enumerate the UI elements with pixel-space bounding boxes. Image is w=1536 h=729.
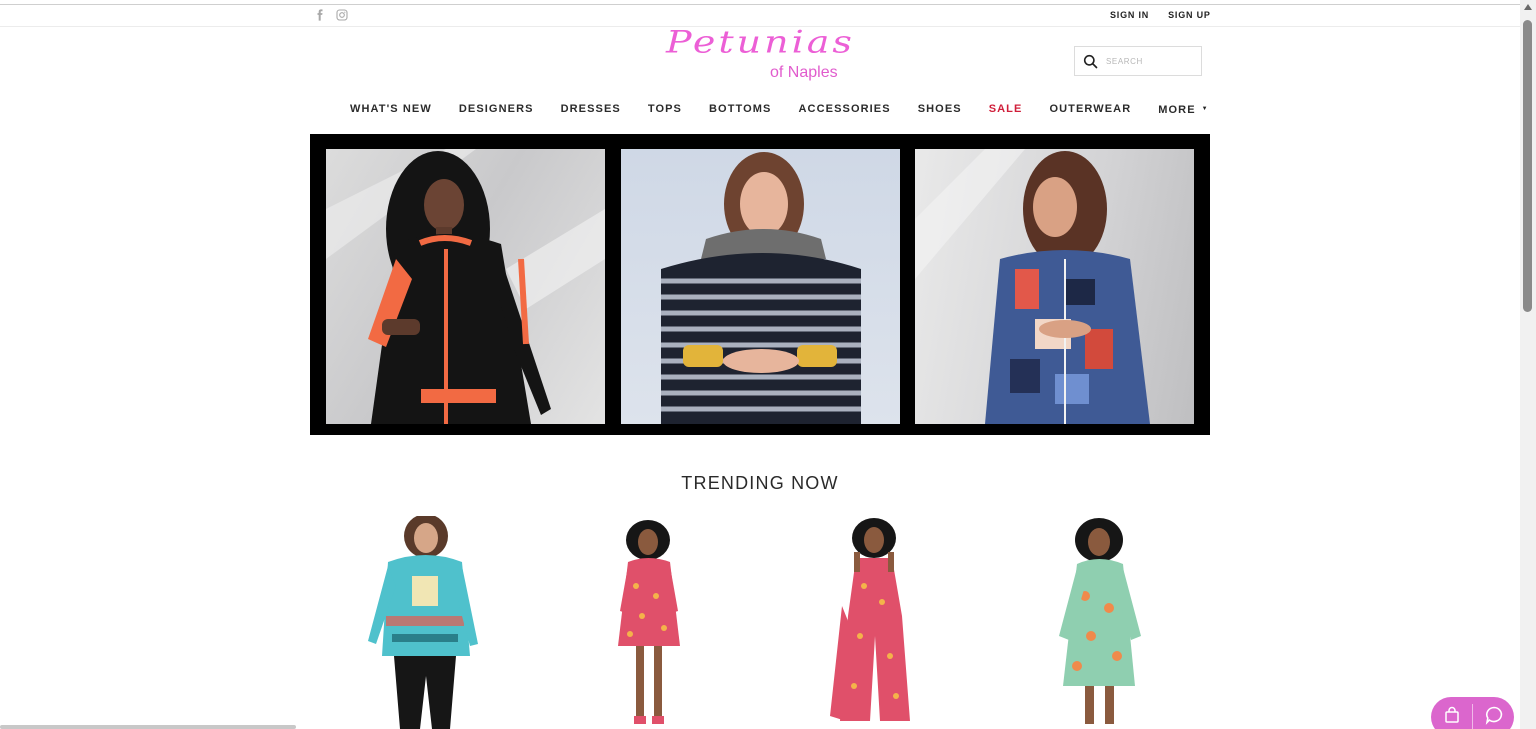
search-icon[interactable]: [1083, 54, 1098, 69]
nav-item-outerwear[interactable]: OUTERWEAR: [1049, 103, 1131, 115]
product-card-3[interactable]: [820, 516, 930, 729]
facebook-icon[interactable]: [314, 9, 326, 21]
hero-photo-2[interactable]: [621, 149, 900, 424]
nav-item-sale[interactable]: SALE: [989, 103, 1023, 115]
logo-wordmark: Petunias: [666, 24, 855, 61]
search-box: [1074, 46, 1202, 76]
sign-up-link[interactable]: SIGN UP: [1168, 10, 1211, 20]
scroll-up-arrow-icon[interactable]: [1524, 4, 1532, 10]
floating-widget: [1431, 697, 1514, 729]
hero-photo-3[interactable]: [915, 149, 1194, 424]
shopping-bag-button[interactable]: [1431, 697, 1472, 729]
logo-subtitle: of Naples: [770, 64, 838, 81]
account-links: SIGN IN SIGN UP: [1110, 10, 1211, 20]
nav-item-accessories[interactable]: ACCESSORIES: [799, 103, 891, 115]
instagram-icon[interactable]: [336, 9, 348, 21]
nav-item-bottoms[interactable]: BOTTOMS: [709, 103, 772, 115]
product-card-4[interactable]: [1045, 516, 1155, 729]
nav-item-more-wrap[interactable]: MORE ▼: [1158, 100, 1207, 118]
nav-item-more[interactable]: MORE: [1158, 104, 1195, 116]
social-links: [314, 9, 348, 21]
product-card-2[interactable]: [600, 516, 700, 729]
page: SIGN IN SIGN UP Petunias of Naples WHAT'…: [0, 0, 1536, 729]
product-card-1[interactable]: [350, 516, 490, 729]
hero-photo-1[interactable]: [326, 149, 605, 424]
nav-item-shoes[interactable]: SHOES: [918, 103, 962, 115]
more-dropdown-icon: ▼: [1201, 105, 1208, 112]
search-input[interactable]: [1106, 56, 1196, 66]
nav-item-dresses[interactable]: DRESSES: [561, 103, 621, 115]
trending-title: TRENDING NOW: [681, 473, 839, 493]
vertical-scrollbar[interactable]: [1520, 0, 1536, 729]
nav-item-designers[interactable]: DESIGNERS: [459, 103, 534, 115]
nav-item-tops[interactable]: TOPS: [648, 103, 682, 115]
main-nav: WHAT'S NEW DESIGNERS DRESSES TOPS BOTTOM…: [350, 102, 1208, 116]
nav-item-whats-new[interactable]: WHAT'S NEW: [350, 103, 432, 115]
site-logo[interactable]: Petunias of Naples: [664, 24, 854, 86]
sign-in-link[interactable]: SIGN IN: [1110, 10, 1149, 20]
horizontal-scrollbar[interactable]: [0, 725, 296, 729]
scroll-thumb[interactable]: [1523, 20, 1532, 312]
shopping-bag-icon: [1443, 706, 1461, 729]
chat-button[interactable]: [1473, 697, 1514, 729]
chat-bubble-icon: [1484, 705, 1504, 729]
hero-banner[interactable]: [310, 134, 1210, 435]
